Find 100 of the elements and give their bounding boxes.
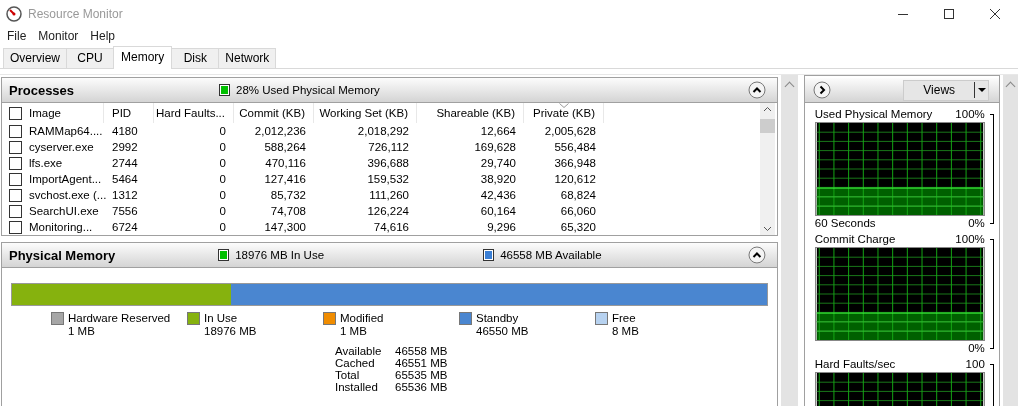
menu-item[interactable]: Help	[86, 29, 120, 43]
views-button[interactable]: Views	[903, 79, 990, 101]
column-header[interactable]: Hard Faults...	[154, 103, 234, 123]
table-cell: 42,436	[480, 189, 516, 201]
table-cell: 38,920	[480, 173, 516, 185]
column-header[interactable]: Shareable (KB)	[417, 103, 524, 123]
table-cell: 0	[219, 141, 226, 153]
table-cell: 111,260	[369, 189, 409, 201]
table-cell: 68,824	[560, 189, 596, 201]
table-cell: 85,732	[270, 189, 306, 201]
table-cell: 2992	[112, 141, 138, 153]
table-cell: 74,616	[373, 221, 409, 233]
legend-value: 1 MB	[68, 325, 96, 337]
table-cell: 0	[219, 173, 226, 185]
table-cell-text: Monitoring...	[29, 220, 93, 235]
scale-label: 100%	[955, 232, 985, 247]
stat-value: 65536 MB	[395, 381, 449, 393]
column-header[interactable]: Commit (KB)	[234, 103, 314, 123]
stat-label: Cached	[335, 357, 376, 369]
checkbox[interactable]	[9, 106, 22, 120]
checkbox[interactable]	[9, 124, 22, 138]
expand-button[interactable]	[812, 81, 831, 99]
table-cell: 2,012,236	[254, 125, 306, 137]
menu-item[interactable]: File	[3, 29, 31, 43]
scale-label: 0%	[968, 341, 985, 356]
table-cell-text: SearchUI.exe	[29, 204, 99, 219]
table-cell-text: cyserver.exe	[29, 140, 94, 155]
checkbox[interactable]	[9, 172, 22, 186]
table-cell: 1312	[112, 189, 138, 201]
table-cell: 66,060	[560, 205, 596, 217]
column-header[interactable]: PID	[104, 103, 154, 123]
table-cell: 29,740	[480, 157, 516, 169]
stat-value: 65535 MB	[395, 369, 449, 381]
tab[interactable]: Disk	[171, 48, 220, 68]
table-cell: 556,484	[554, 141, 596, 153]
legend-value: 1 MB	[340, 325, 368, 337]
stat-value: 46558 MB	[395, 345, 449, 357]
tab[interactable]: Memory	[113, 46, 173, 69]
menu-item[interactable]: Monitor	[34, 29, 83, 43]
dropdown-icon[interactable]	[974, 81, 989, 99]
scrollbar[interactable]	[760, 103, 775, 235]
stat-label: Available	[335, 345, 383, 357]
scale-label: 100	[965, 357, 985, 372]
legend-value: 8 MB	[612, 325, 640, 337]
table-cell: 127,416	[264, 173, 306, 185]
table-cell-text: ImportAgent...	[29, 172, 102, 187]
summary-text: 46558 MB Available	[500, 249, 602, 261]
table-cell: 0	[219, 189, 226, 201]
graph-title: Used Physical Memory	[814, 107, 933, 122]
tab[interactable]: Overview	[3, 48, 67, 68]
legend-label: Hardware Reserved	[68, 312, 172, 325]
table-cell: 147,300	[264, 221, 306, 233]
table-cell: 65,320	[560, 221, 596, 233]
table-cell: 12,664	[480, 125, 516, 137]
collapse-button[interactable]	[748, 246, 766, 264]
tab[interactable]: Network	[218, 48, 277, 68]
checkbox[interactable]	[9, 140, 22, 154]
table-cell: 120,612	[554, 173, 596, 185]
section-title: Processes	[8, 82, 76, 98]
table-cell: 126,224	[367, 205, 409, 217]
window-title: Resource Monitor	[28, 7, 123, 21]
table-cell-text: lfs.exe	[29, 156, 63, 171]
stat-label: Total	[335, 369, 361, 381]
summary-text: 28% Used Physical Memory	[236, 84, 380, 96]
table-cell: 2744	[112, 157, 138, 169]
app-icon	[6, 6, 22, 22]
legend-label: Free	[612, 312, 637, 325]
graph-title: Hard Faults/sec	[814, 357, 896, 372]
table-cell: 0	[219, 157, 226, 169]
column-header[interactable]: Working Set (KB)	[314, 103, 417, 123]
table-cell: 396,688	[367, 157, 409, 169]
table-cell: 470,116	[265, 157, 306, 169]
collapse-button[interactable]	[748, 81, 766, 99]
table-cell: 588,264	[264, 141, 306, 153]
column-header[interactable]: Image	[2, 103, 104, 123]
tab[interactable]: CPU	[66, 48, 114, 68]
column-header[interactable]: Private (KB)	[524, 103, 604, 123]
table-cell: 159,532	[367, 173, 409, 185]
checkbox[interactable]	[9, 204, 22, 218]
time-label: 60 Seconds	[814, 216, 876, 231]
scroll-thumb[interactable]	[760, 119, 775, 133]
table-cell: 6724	[112, 221, 138, 233]
table-cell: 5464	[112, 173, 138, 185]
table-cell: 0	[219, 125, 226, 137]
table-cell: 60,164	[480, 205, 516, 217]
checkbox[interactable]	[9, 156, 22, 170]
table-cell: 9,296	[487, 221, 516, 233]
stat-label: Installed	[335, 381, 379, 393]
checkbox[interactable]	[9, 188, 22, 202]
scrollbar[interactable]	[1003, 75, 1018, 406]
legend-value: 46550 MB	[476, 325, 530, 337]
table-cell: 366,948	[554, 157, 596, 169]
table-cell: 0	[219, 221, 226, 233]
table-cell: 726,112	[368, 141, 409, 153]
checkbox[interactable]	[9, 220, 22, 234]
table-cell: 2,018,292	[357, 125, 409, 137]
table-cell-text: RAMMap64....	[29, 124, 103, 139]
graph-title: Commit Charge	[814, 232, 896, 247]
scrollbar[interactable]	[781, 75, 798, 406]
scale-label: 100%	[955, 107, 985, 122]
